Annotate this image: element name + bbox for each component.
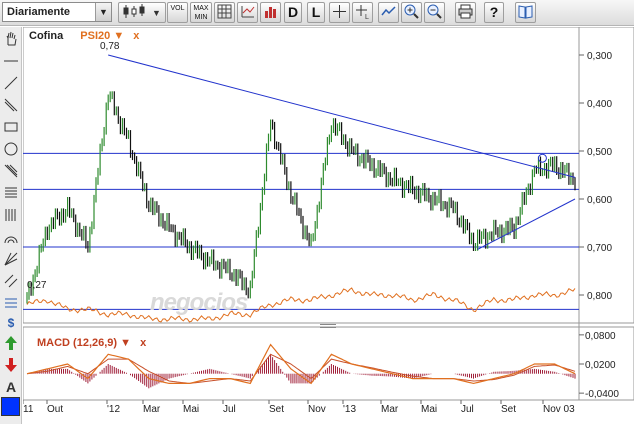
draw-button-label: D xyxy=(287,4,299,20)
drawing-toolbar: $ A xyxy=(0,27,22,424)
trend-icon xyxy=(381,6,396,16)
help-button-label: ? xyxy=(489,4,499,20)
min-label: 0,27 xyxy=(27,280,47,291)
x-tick-label: Mai xyxy=(421,404,438,415)
price-y-tick-label: 0,700 xyxy=(587,243,612,254)
maxmin-button[interactable]: MAX MIN xyxy=(190,2,212,23)
crosshair-icon xyxy=(333,5,346,18)
crosshair-label-button[interactable]: L xyxy=(352,2,373,23)
line-button-label: L xyxy=(311,4,321,20)
x-tick-label: Set xyxy=(269,404,285,415)
channel-icon[interactable] xyxy=(1,293,21,314)
hand-icon[interactable] xyxy=(1,29,21,50)
crosshair-button[interactable] xyxy=(329,2,350,23)
period-select-value: Diariamente xyxy=(7,6,70,18)
line-icon[interactable] xyxy=(1,51,21,72)
help-button[interactable]: ? xyxy=(484,2,504,23)
vertical-lines-icon[interactable] xyxy=(1,205,21,226)
grid-button[interactable] xyxy=(214,2,235,23)
macd-legend-close-icon[interactable]: x xyxy=(140,337,146,349)
chevron-down-icon[interactable]: ▼ xyxy=(95,3,111,21)
line-button[interactable]: L xyxy=(307,2,325,23)
candlestick-icon: ▼ xyxy=(123,4,161,18)
macd-y-tick-label: -0,0400 xyxy=(585,389,619,400)
svg-text:L: L xyxy=(365,14,369,20)
down-arrow-icon[interactable] xyxy=(1,355,21,376)
price-y-tick-label: 0,300 xyxy=(587,51,612,62)
grid-lines-icon[interactable] xyxy=(1,183,21,204)
volume-button-label: VOL xyxy=(170,5,185,12)
maxmin-button-label: MAX MIN xyxy=(193,5,209,21)
dollar-icon[interactable]: $ xyxy=(1,313,21,334)
gann-icon[interactable] xyxy=(1,249,21,270)
macd-y-tick-label: 0,0800 xyxy=(585,331,616,342)
price-y-tick-label: 0,600 xyxy=(587,195,612,206)
panel-resize-handle[interactable] xyxy=(320,324,336,328)
color-swatch-icon[interactable] xyxy=(1,397,20,416)
price-legend: Cofina PSI20 ▼ x xyxy=(29,30,139,42)
volume-button[interactable]: VOL xyxy=(167,2,188,23)
print-button[interactable] xyxy=(455,2,476,23)
legend-compare-close-icon[interactable]: x xyxy=(133,30,139,42)
zoom-in-button[interactable] xyxy=(401,2,422,23)
period-select[interactable]: Diariamente ▼ xyxy=(2,2,112,22)
x-tick-label: Set xyxy=(501,404,517,415)
price-y-tick-label: 0,500 xyxy=(587,147,612,158)
bars-icon xyxy=(265,7,276,18)
x-tick-label: '12 xyxy=(107,404,121,415)
toolbar: Diariamente ▼ ▼ VOL MAX MIN D L L ? xyxy=(0,0,634,26)
macd-legend-dropdown-icon[interactable]: ▼ xyxy=(120,337,131,349)
x-tick-label: Jul xyxy=(223,404,236,415)
draw-button[interactable]: D xyxy=(284,2,302,23)
rectangle-icon[interactable] xyxy=(1,117,21,138)
print-icon xyxy=(458,4,473,19)
max-label: 0,78 xyxy=(100,41,120,52)
arc-icon[interactable] xyxy=(1,227,21,248)
x-tick-label: Mar xyxy=(143,404,161,415)
zoom-in-icon xyxy=(404,4,419,19)
macd-y-tick-label: 0,0200 xyxy=(585,360,616,371)
x-tick-label: Mar xyxy=(381,404,399,415)
trend-button[interactable] xyxy=(378,2,399,23)
x-tick-label: Jul xyxy=(461,404,474,415)
price-y-tick-label: 0,400 xyxy=(587,99,612,110)
circle-icon[interactable] xyxy=(1,139,21,160)
up-arrow-icon[interactable] xyxy=(1,333,21,354)
zoom-out-button[interactable] xyxy=(424,2,445,23)
macd-legend-label: MACD (12,26,9) xyxy=(37,337,118,349)
book-icon xyxy=(518,5,533,19)
legend-symbol: Cofina xyxy=(29,30,64,42)
x-tick-label: Mai xyxy=(183,404,200,415)
candlestick-button[interactable]: ▼ xyxy=(118,2,166,23)
macd-legend: MACD (12,26,9) ▼ x xyxy=(37,337,146,349)
diagonal-line-2-icon[interactable] xyxy=(1,95,21,116)
grid-icon xyxy=(217,4,232,19)
x-tick-label: '13 xyxy=(343,404,357,415)
parallel-icon[interactable] xyxy=(1,271,21,292)
fibonacci-icon[interactable] xyxy=(1,161,21,182)
book-button[interactable] xyxy=(515,2,536,23)
x-tick-label: Nov xyxy=(308,404,326,415)
x-tick-label: Nov 03 xyxy=(543,404,575,415)
zoom-out-icon xyxy=(427,4,442,19)
bar-chart-button[interactable] xyxy=(260,2,281,23)
watermark: negocios xyxy=(150,289,248,316)
x-tick-label: Out xyxy=(47,404,64,415)
compare-button[interactable] xyxy=(237,2,258,23)
diagonal-line-icon[interactable] xyxy=(1,73,21,94)
x-tick-label: 11 xyxy=(23,404,34,415)
chart-area: 0,0800 0,0200 -0,0400 0,800 0,700 0,600 0,500… xyxy=(23,27,634,424)
text-icon[interactable]: A xyxy=(1,377,21,398)
crosshair-label-icon: L xyxy=(356,5,369,21)
svg-text:▼: ▼ xyxy=(152,8,161,18)
compare-icon xyxy=(241,6,255,18)
chart-svg: 0,0800 0,0200 -0,0400 0,800 0,700 0,600 0,500… xyxy=(23,27,634,404)
price-y-tick-label: 0,800 xyxy=(587,291,612,302)
